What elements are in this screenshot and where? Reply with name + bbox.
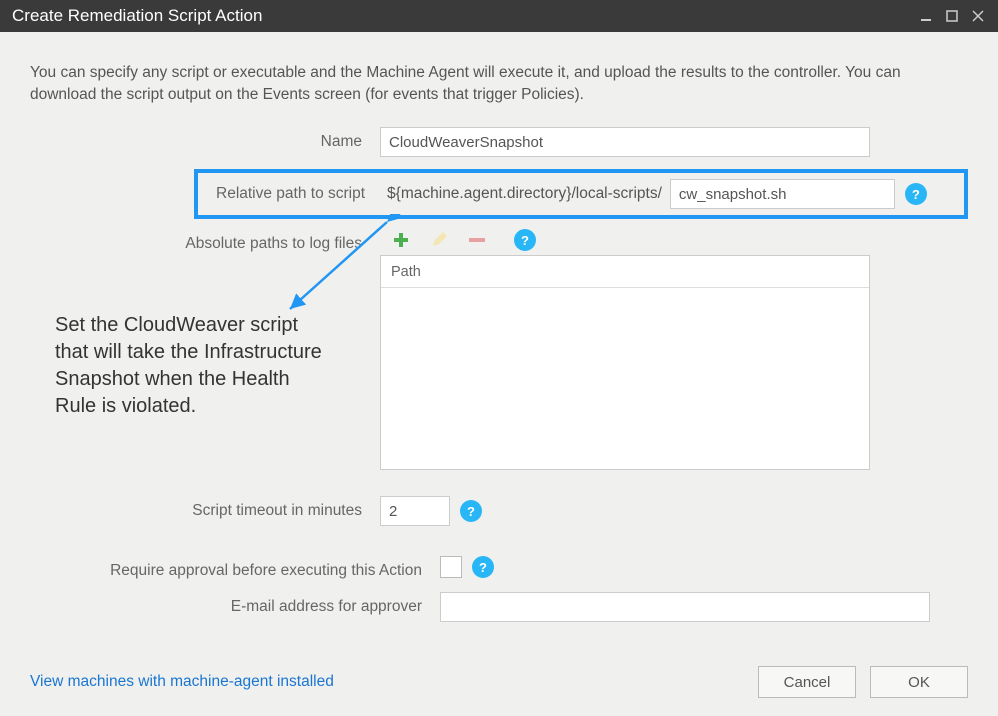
relative-path-label: Relative path to script xyxy=(216,185,365,203)
timeout-input[interactable] xyxy=(380,496,450,526)
approval-help-icon[interactable]: ? xyxy=(472,556,494,578)
annotation-text: Set the CloudWeaver script that will tak… xyxy=(55,312,325,420)
dialog-title: Create Remediation Script Action xyxy=(12,6,908,26)
cancel-button[interactable]: Cancel xyxy=(758,666,856,698)
email-approver-label: E-mail address for approver xyxy=(30,592,440,616)
require-approval-checkbox[interactable] xyxy=(440,556,462,578)
timeout-help-icon[interactable]: ? xyxy=(460,500,482,522)
relative-path-help-icon[interactable]: ? xyxy=(905,183,927,205)
timeout-label: Script timeout in minutes xyxy=(30,496,380,520)
maximize-button[interactable] xyxy=(944,8,960,24)
name-input[interactable] xyxy=(380,127,870,157)
dialog-titlebar: Create Remediation Script Action xyxy=(0,0,998,32)
script-name-input[interactable] xyxy=(670,179,895,209)
relative-path-highlight: Relative path to script ${machine.agent.… xyxy=(194,169,968,219)
edit-path-icon[interactable] xyxy=(428,229,450,251)
minimize-button[interactable] xyxy=(918,8,934,24)
intro-text: You can specify any script or executable… xyxy=(30,62,968,105)
path-table[interactable]: Path xyxy=(380,255,870,470)
close-button[interactable] xyxy=(970,8,986,24)
add-path-icon[interactable] xyxy=(390,229,412,251)
abs-paths-label: Absolute paths to log files xyxy=(30,225,380,253)
script-path-prefix: ${machine.agent.directory}/local-scripts… xyxy=(387,185,662,203)
ok-button[interactable]: OK xyxy=(870,666,968,698)
remove-path-icon[interactable] xyxy=(466,229,488,251)
email-approver-input[interactable] xyxy=(440,592,930,622)
paths-help-icon[interactable]: ? xyxy=(514,229,536,251)
path-toolbar: ? xyxy=(380,225,968,255)
name-label: Name xyxy=(30,127,380,151)
path-table-header: Path xyxy=(381,256,869,288)
require-approval-label: Require approval before executing this A… xyxy=(30,556,440,580)
view-machines-link[interactable]: View machines with machine-agent install… xyxy=(30,673,334,691)
